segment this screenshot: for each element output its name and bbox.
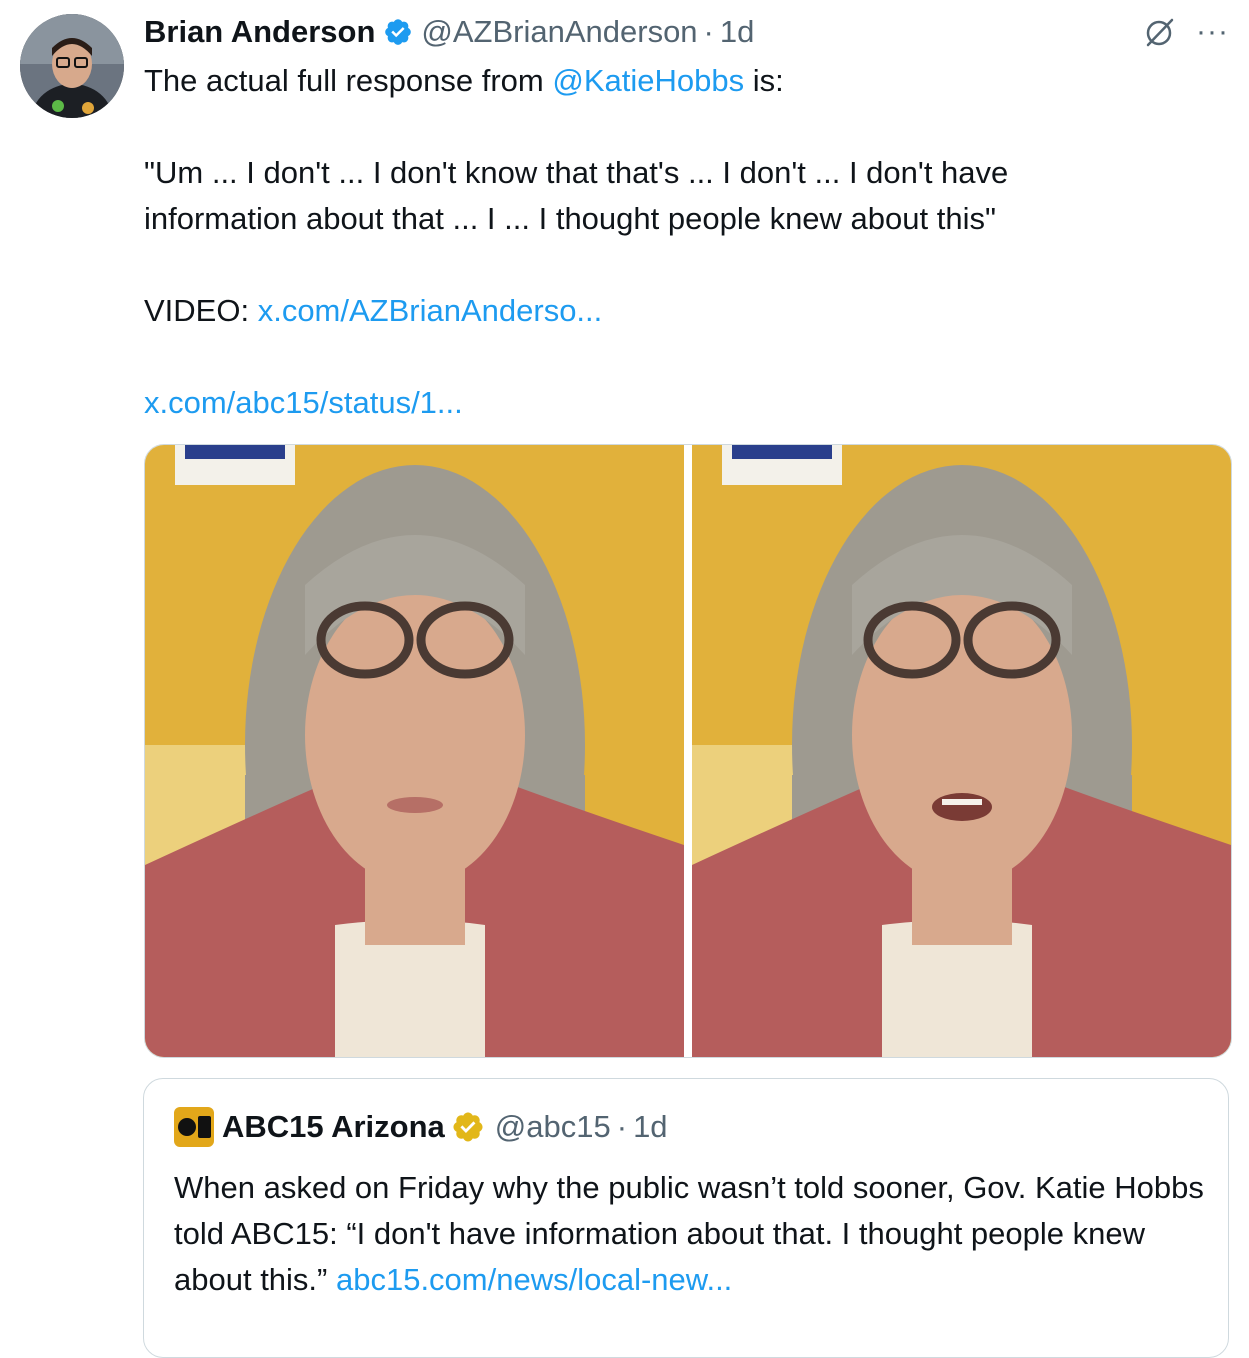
verified-org-badge-icon <box>453 1112 483 1142</box>
verified-badge-icon <box>385 19 412 45</box>
mention-link[interactable]: @KatieHobbs <box>552 63 744 98</box>
avatar-photo-icon <box>20 14 124 118</box>
tweet-header: Brian Anderson @AZBrianAnderson · 1d <box>144 10 754 54</box>
photo-icon <box>145 445 684 1057</box>
tweet-media <box>144 444 1232 1058</box>
separator-dot: · <box>616 1109 628 1144</box>
photo-icon <box>692 445 1231 1057</box>
quoted-tweet[interactable]: ABC15 Arizona @abc15 · 1d When asked on … <box>143 1078 1229 1358</box>
intro-text: The actual full response from <box>144 63 553 98</box>
intro-suffix: is: <box>744 63 784 98</box>
media-photo-1[interactable] <box>145 445 684 1057</box>
tweet-time[interactable]: 1d <box>720 14 754 50</box>
author-handle[interactable]: @AZBrianAnderson <box>421 14 697 50</box>
status-link[interactable]: x.com/abc15/status/1... <box>144 385 463 420</box>
author-avatar[interactable] <box>20 14 124 118</box>
tweet-line-intro: The actual full response from @KatieHobb… <box>144 58 1224 104</box>
more-options-icon[interactable]: ··· <box>1196 17 1229 47</box>
abc15-logo-icon <box>174 1107 214 1147</box>
quoted-text: When asked on Friday why the public wasn… <box>174 1165 1214 1303</box>
tweet-quote-text: "Um ... I don't ... I don't know that th… <box>144 155 1009 236</box>
separator-dot: · <box>703 14 714 49</box>
media-photo-2[interactable] <box>692 445 1231 1057</box>
tweet-body: The actual full response from @KatieHobb… <box>144 58 1224 426</box>
grok-icon[interactable] <box>1142 14 1178 50</box>
tweet-status-line: x.com/abc15/status/1... <box>144 380 1224 426</box>
quoted-header: ABC15 Arizona @abc15 · 1d <box>174 1107 668 1147</box>
quoted-link[interactable]: abc15.com/news/local-new... <box>336 1262 732 1297</box>
tweet-video-line: VIDEO: x.com/AZBrianAnderso... <box>144 288 1224 334</box>
quoted-time[interactable]: 1d <box>633 1109 667 1145</box>
quoted-handle[interactable]: @abc15 <box>495 1109 611 1145</box>
video-link[interactable]: x.com/AZBrianAnderso... <box>258 293 603 328</box>
quoted-author-name[interactable]: ABC15 Arizona <box>222 1109 445 1145</box>
video-label: VIDEO: <box>144 293 258 328</box>
tweet-actions-top: ··· <box>1142 14 1229 50</box>
author-name[interactable]: Brian Anderson <box>144 14 375 50</box>
